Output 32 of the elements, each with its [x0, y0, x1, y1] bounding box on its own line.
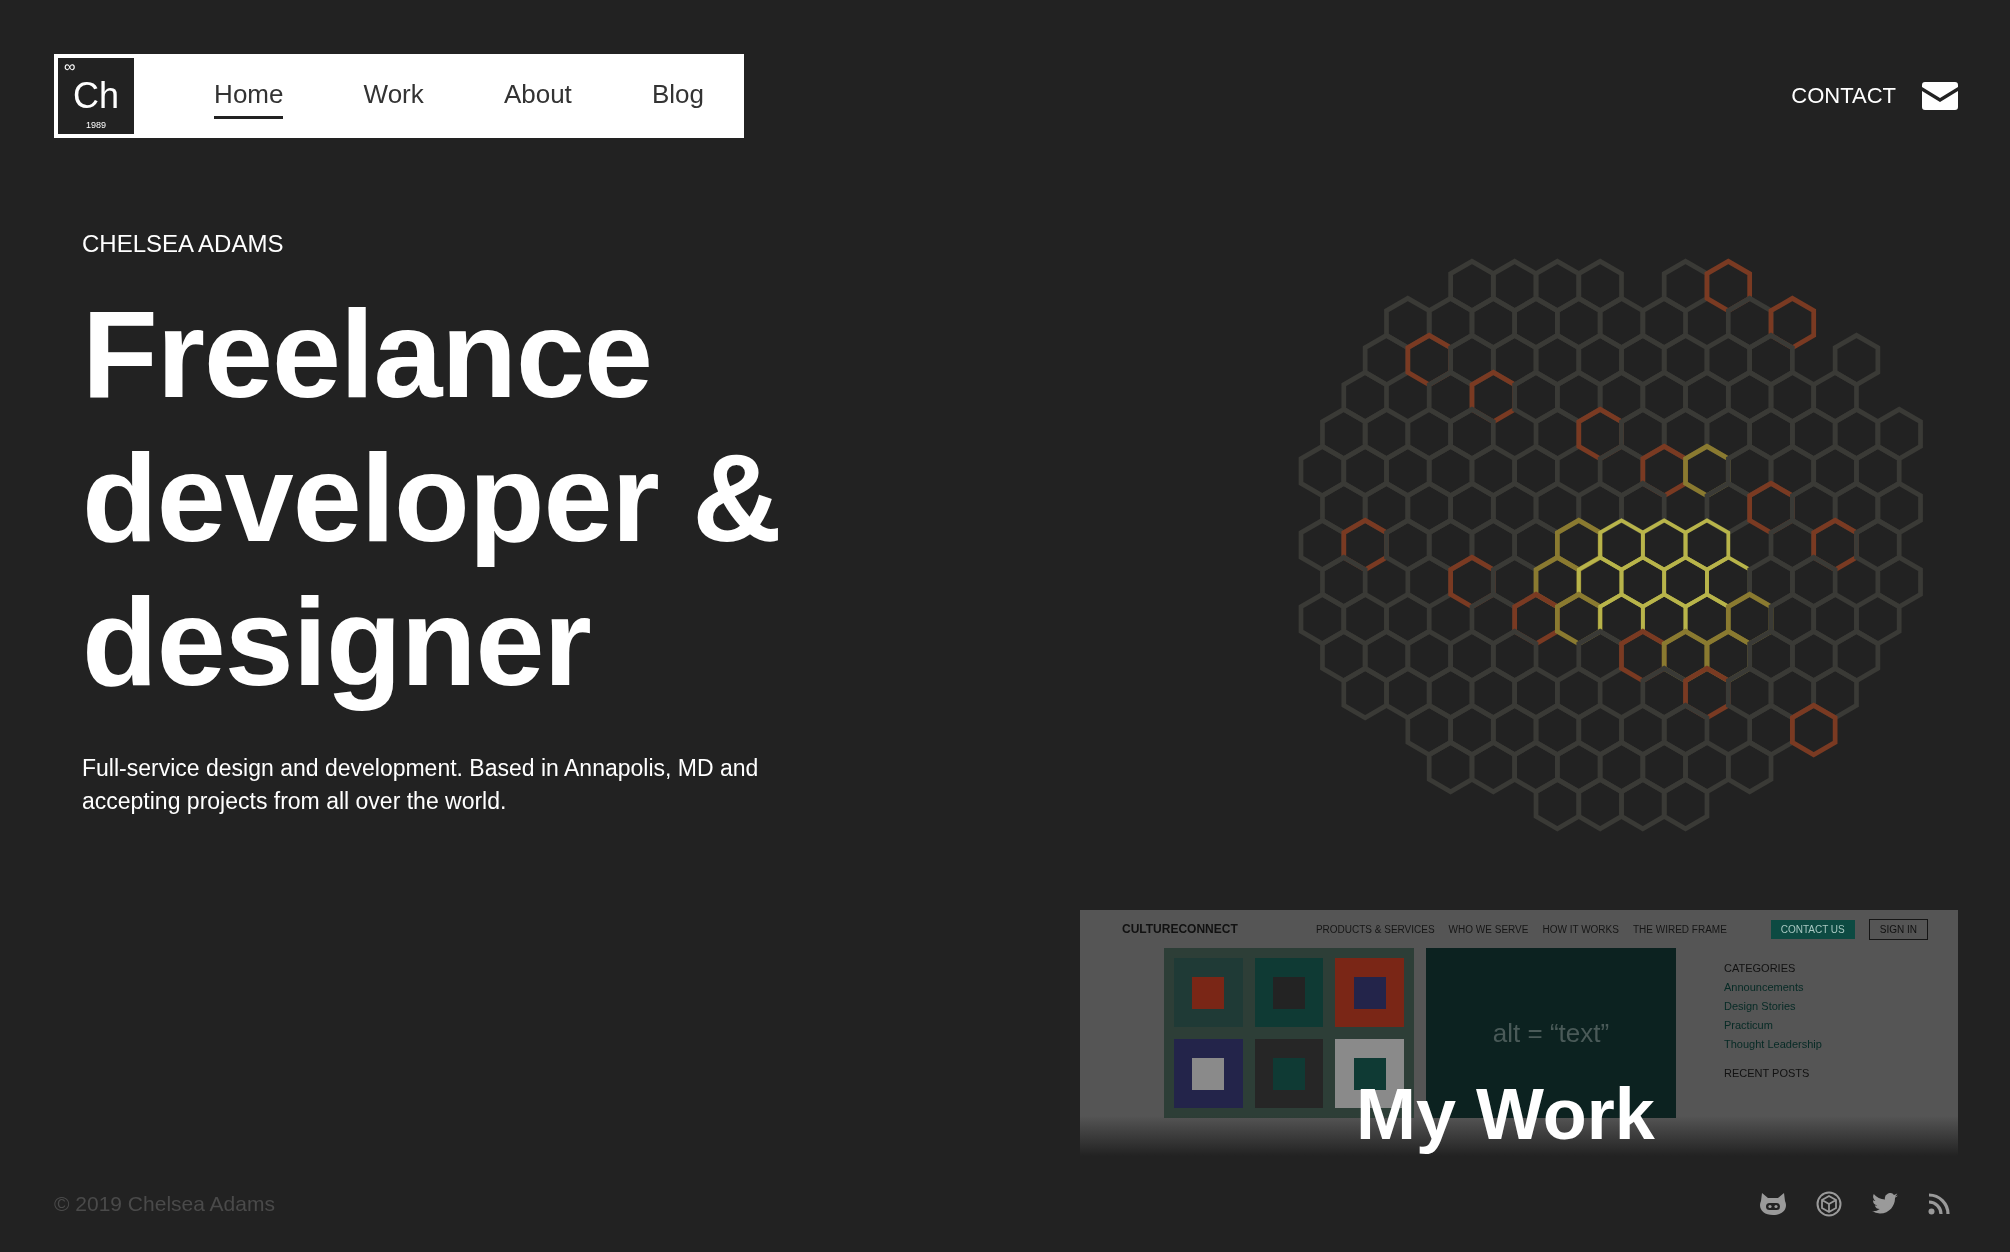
headline: designer — [82, 572, 592, 713]
site-nav-link: WHO WE SERVE — [1448, 923, 1529, 935]
headline: developer & — [82, 428, 782, 569]
site-contact-button: CONTACT US — [1770, 919, 1855, 939]
logo[interactable]: ∞ Ch 1989 — [58, 58, 134, 134]
twitter-icon[interactable] — [1872, 1193, 1898, 1215]
rss-icon[interactable] — [1928, 1193, 1950, 1215]
nav-link[interactable]: Blog — [651, 73, 704, 119]
intro-text: Full-service design and development. Based in Annapolis, MD and accepting projects from all over the world. — [82, 754, 760, 816]
category-link: Thought Leadership — [1724, 1038, 1822, 1051]
category-link: Announcements — [1724, 981, 1805, 994]
category-link: Practicum — [1724, 1019, 1774, 1032]
nav-link[interactable]: Home — [214, 73, 284, 119]
website-screenshot[interactable]: CULTURECONNECT PRODUCTS & SERVICES WHO WE SERVE HOW IT WORKS THE WIRED FRAME CONTACT US SIGN IN alt = “text” CATEGORIES Announcements Design Stories Practicum Thought Leadership RECENT POSTS My Work — [1080, 910, 1958, 1156]
nav-link[interactable]: About — [503, 73, 572, 119]
author-name: CHELSEA ADAMS — [82, 230, 285, 258]
badge-icon[interactable] — [1816, 1191, 1842, 1217]
site-sign-in-button: SIGN IN — [1868, 918, 1928, 940]
mail-icon[interactable] — [1922, 82, 1958, 110]
site-nav-link: THE WIRED FRAME — [1632, 923, 1727, 935]
category-link: Design Stories — [1724, 1000, 1797, 1013]
section-heading: My Work — [1356, 1073, 1655, 1156]
image-caption: alt = “text” — [1492, 1017, 1610, 1049]
sidebar-heading: CATEGORIES — [1724, 962, 1797, 975]
nav-link[interactable]: Work — [363, 73, 424, 119]
brand-logo: CULTURECONNECT — [1122, 922, 1239, 937]
sidebar-heading: RECENT POSTS — [1724, 1067, 1811, 1080]
headline: Freelance — [82, 284, 653, 425]
site-nav-link: HOW IT WORKS — [1542, 923, 1619, 935]
cat-icon[interactable] — [1760, 1193, 1786, 1215]
site-nav-link: PRODUCTS & SERVICES — [1315, 923, 1435, 935]
contact-link[interactable]: CONTACT — [1791, 83, 1896, 109]
